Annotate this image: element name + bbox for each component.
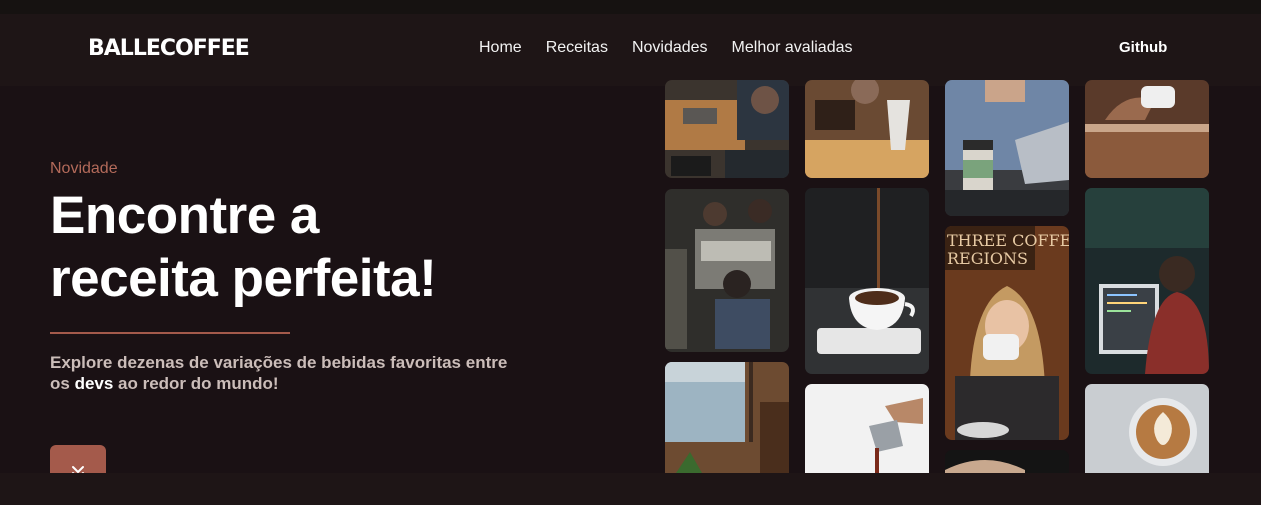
baristas-coffee-bar-photo <box>665 189 789 352</box>
hand-holding-cup-photo <box>1085 80 1209 178</box>
hero-subtitle: Explore dezenas de variações de bebidas … <box>50 352 510 394</box>
barista-espresso-photo <box>805 80 929 178</box>
headline-line-1: Encontre a <box>50 186 319 245</box>
hero-kicker: Novidade <box>50 160 118 177</box>
svg-text:REGIONS: REGIONS <box>947 249 1028 268</box>
svg-text:THREE COFFEE: THREE COFFEE <box>947 231 1069 250</box>
subtitle-text-2: ao redor do mundo! <box>113 374 279 393</box>
developer-monitor-photo <box>1085 188 1209 374</box>
subtitle-emphasis: devs <box>74 374 114 393</box>
woman-drinking-coffee-photo: THREE COFFEE REGIONS <box>945 226 1069 440</box>
nav-link-receitas[interactable]: Receitas <box>546 39 608 57</box>
bottom-bar <box>0 473 1261 505</box>
top-strip <box>0 0 1261 14</box>
nav-link-home[interactable]: Home <box>479 39 522 57</box>
headline-line-2: receita perfeita! <box>50 249 437 308</box>
man-laptop-coffee-cup-photo <box>945 80 1069 216</box>
nav-link-melhor-avaliadas[interactable]: Melhor avaliadas <box>732 39 853 57</box>
coffee-pour-cup-photo <box>805 188 929 374</box>
nav-link-novidades[interactable]: Novidades <box>632 39 708 57</box>
hero: Novidade Encontre a receita perfeita! Ex… <box>50 160 610 394</box>
navbar: BALLECOFFEE Home Receitas Novidades Melh… <box>0 14 1261 86</box>
hero-headline: Encontre a receita perfeita! <box>50 184 610 310</box>
logo[interactable]: BALLECOFFEE <box>88 36 250 61</box>
hero-divider <box>50 332 290 334</box>
nav-links: Home Receitas Novidades Melhor avaliadas <box>479 39 853 57</box>
github-link[interactable]: Github <box>1119 39 1167 56</box>
coffee-shop-laptops-photo <box>665 80 789 178</box>
